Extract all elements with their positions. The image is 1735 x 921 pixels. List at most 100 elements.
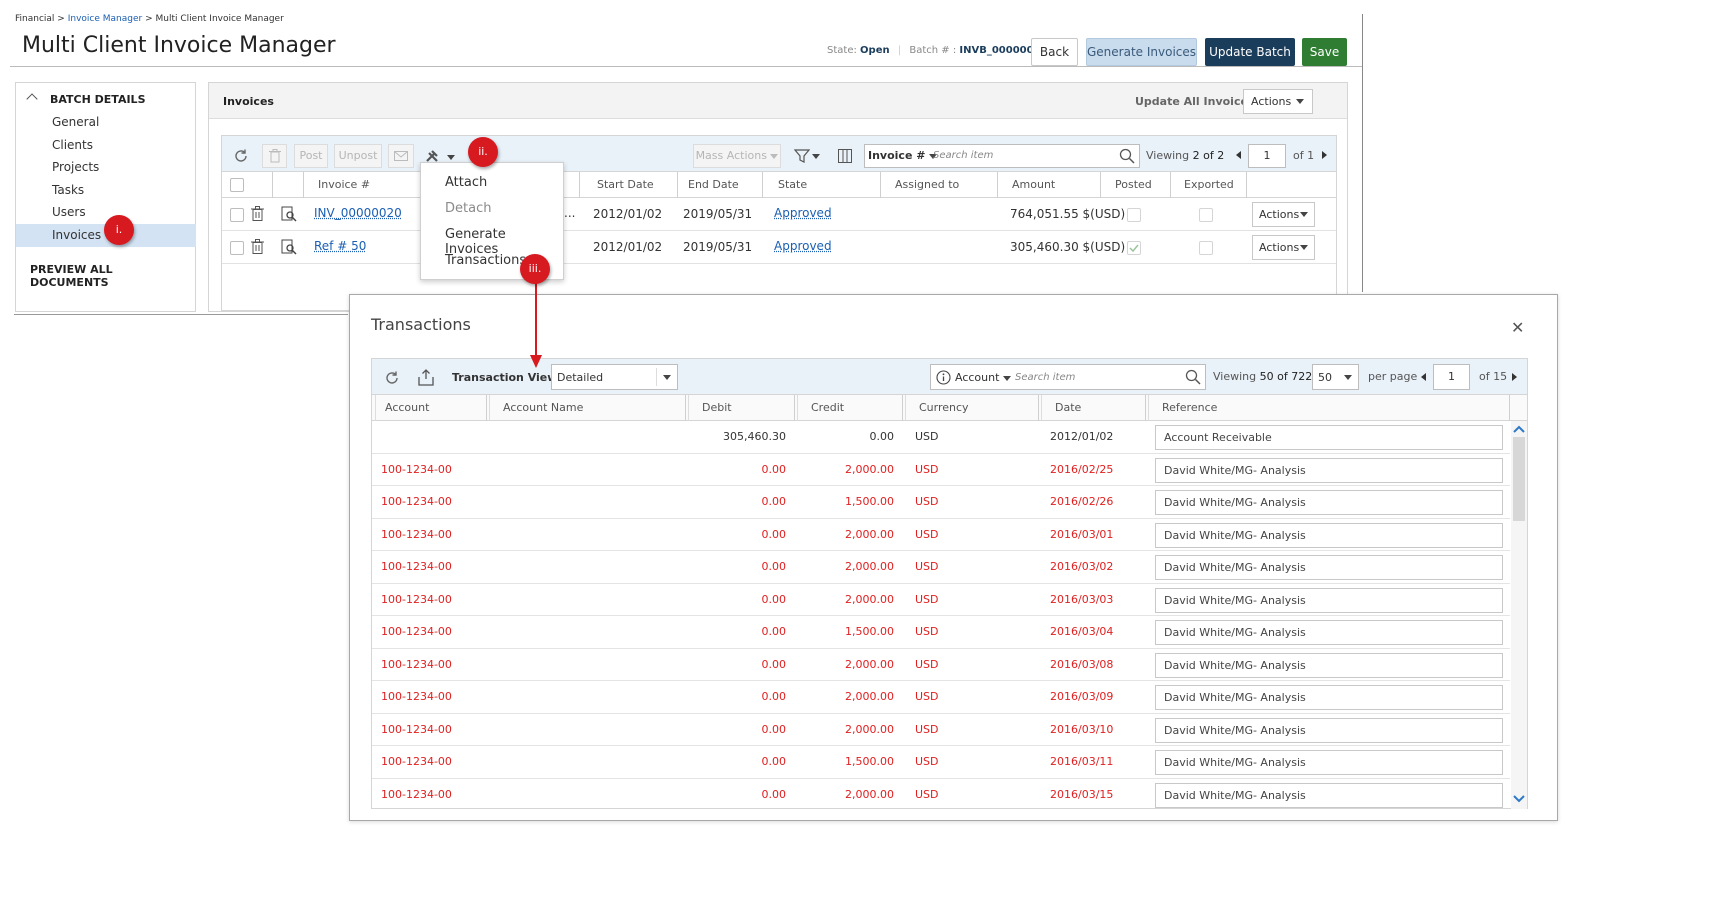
state-link[interactable]: Approved [774, 239, 832, 253]
filter-field-select[interactable]: Account [955, 371, 1011, 384]
reference-field[interactable]: Account Receivable [1155, 425, 1503, 450]
col-end-date[interactable]: End Date [688, 172, 739, 198]
col-credit[interactable]: Credit [811, 395, 844, 421]
generate-invoices-button[interactable]: Generate Invoices [1086, 38, 1197, 66]
breadcrumb-invoice-manager[interactable]: Invoice Manager [68, 14, 143, 24]
back-button[interactable]: Back [1031, 38, 1078, 66]
invoice-link[interactable]: INV_00000020 [314, 206, 402, 220]
email-button[interactable] [388, 144, 414, 168]
batch-details-title[interactable]: BATCH DETAILS [50, 93, 146, 106]
page-input[interactable]: 1 [1433, 364, 1470, 390]
chevron-down-icon[interactable] [1513, 795, 1525, 803]
search-icon[interactable] [1119, 148, 1135, 164]
columns-icon[interactable] [838, 149, 852, 163]
refresh-icon[interactable] [233, 148, 249, 164]
exported-checkbox [1199, 208, 1213, 222]
account-cell: 100-1234-00 [381, 657, 452, 671]
next-page-icon[interactable] [1322, 151, 1327, 159]
reference-field[interactable]: David White/MG- Analysis [1155, 522, 1503, 548]
invoice-search-input[interactable]: Search item [933, 150, 993, 161]
close-icon[interactable]: ✕ [1511, 318, 1524, 337]
prev-page-icon[interactable] [1236, 151, 1241, 159]
scrollbar-thumb[interactable] [1513, 437, 1525, 521]
update-batch-button[interactable]: Update Batch [1205, 38, 1295, 66]
search-icon[interactable] [1185, 369, 1201, 385]
menu-item-transactions[interactable]: Transactions [445, 253, 526, 268]
reference-field[interactable]: David White/MG- Analysis [1155, 490, 1503, 515]
debit-cell: 0.00 [761, 690, 787, 703]
per-page-label: per page [1368, 370, 1418, 383]
date-cell: 2016/03/10 [1050, 722, 1114, 736]
reference-field[interactable]: David White/MG- Analysis [1155, 685, 1503, 710]
reference-field[interactable]: David White/MG- Analysis [1155, 782, 1503, 808]
reference-field[interactable]: David White/MG- Analysis [1155, 652, 1503, 678]
chevron-up-icon[interactable] [26, 93, 38, 105]
prev-page-icon[interactable] [1421, 373, 1426, 381]
vertical-scrollbar[interactable] [1511, 421, 1527, 809]
credit-cell: 0.00 [869, 430, 895, 443]
col-amount[interactable]: Amount [1012, 172, 1055, 198]
update-all-actions-select[interactable]: Actions [1243, 89, 1313, 114]
reference-field[interactable]: David White/MG- Analysis [1155, 750, 1503, 775]
col-assigned-to[interactable]: Assigned to [895, 172, 959, 198]
unpost-button[interactable]: Unpost [334, 144, 382, 168]
invoice-search-box[interactable]: Invoice # Search item [864, 144, 1140, 168]
reference-field[interactable]: David White/MG- Analysis [1155, 457, 1503, 483]
export-icon[interactable] [418, 369, 434, 386]
reference-field[interactable]: David White/MG- Analysis [1155, 717, 1503, 743]
preview-document-icon[interactable] [281, 239, 297, 255]
col-exported[interactable]: Exported [1184, 172, 1234, 198]
menu-item-detach[interactable]: Detach [445, 201, 491, 216]
reference-field[interactable]: David White/MG- Analysis [1155, 587, 1503, 613]
invoices-title: Invoices [223, 95, 274, 108]
col-reference[interactable]: Reference [1162, 395, 1217, 421]
state-link[interactable]: Approved [774, 206, 832, 220]
row-actions-select[interactable]: Actions [1252, 235, 1315, 260]
col-invoice[interactable]: Invoice # [318, 172, 370, 198]
mass-actions-select[interactable]: Mass Actions [693, 144, 781, 168]
posted-checkbox [1127, 208, 1141, 222]
preview-document-icon[interactable] [281, 206, 297, 222]
row-checkbox[interactable] [230, 241, 244, 255]
filter-button[interactable] [793, 148, 822, 164]
start-date: 2012/01/02 [593, 240, 663, 254]
page-input[interactable]: 1 [1248, 144, 1286, 168]
col-date[interactable]: Date [1055, 395, 1081, 421]
delete-button[interactable] [262, 144, 287, 168]
next-page-icon[interactable] [1512, 373, 1517, 381]
trash-icon[interactable] [251, 239, 264, 254]
reference-field[interactable]: David White/MG- Analysis [1155, 620, 1503, 645]
row-checkbox[interactable] [230, 208, 244, 222]
col-account-name[interactable]: Account Name [503, 395, 583, 421]
breadcrumb-root[interactable]: Financial [15, 14, 54, 24]
step-badge-2: ii. [468, 137, 498, 167]
menu-item-attach[interactable]: Attach [445, 175, 487, 190]
sidebar-item-tasks[interactable]: Tasks [16, 179, 196, 202]
col-posted[interactable]: Posted [1115, 172, 1152, 198]
sidebar-item-projects[interactable]: Projects [16, 156, 196, 179]
per-page-select[interactable]: 50 [1312, 364, 1359, 390]
refresh-icon[interactable] [384, 370, 400, 386]
preview-all-documents[interactable]: PREVIEW ALL DOCUMENTS [30, 263, 195, 289]
sidebar-item-general[interactable]: General [16, 111, 196, 134]
currency-cell: USD [915, 560, 939, 573]
sidebar-item-clients[interactable]: Clients [16, 134, 196, 157]
transaction-view-select[interactable]: Detailed [551, 364, 678, 390]
select-all-checkbox[interactable] [230, 178, 244, 192]
chevron-up-icon[interactable] [1513, 425, 1525, 433]
start-date: 2012/01/02 [593, 207, 663, 221]
filter-field-select[interactable]: Invoice # [868, 149, 938, 162]
col-debit[interactable]: Debit [702, 395, 732, 421]
trash-icon[interactable] [251, 206, 264, 221]
invoice-link[interactable]: Ref # 50 [314, 239, 366, 253]
transaction-search-box[interactable]: Account Search item [930, 364, 1206, 390]
post-button[interactable]: Post [294, 144, 328, 168]
col-account[interactable]: Account [385, 395, 429, 421]
col-start-date[interactable]: Start Date [597, 172, 654, 198]
reference-field[interactable]: David White/MG- Analysis [1155, 555, 1503, 580]
transaction-search-input[interactable]: Search item [1015, 372, 1075, 383]
save-button[interactable]: Save [1302, 38, 1347, 66]
col-currency[interactable]: Currency [919, 395, 969, 421]
row-actions-select[interactable]: Actions [1252, 202, 1315, 227]
col-state[interactable]: State [778, 172, 807, 198]
